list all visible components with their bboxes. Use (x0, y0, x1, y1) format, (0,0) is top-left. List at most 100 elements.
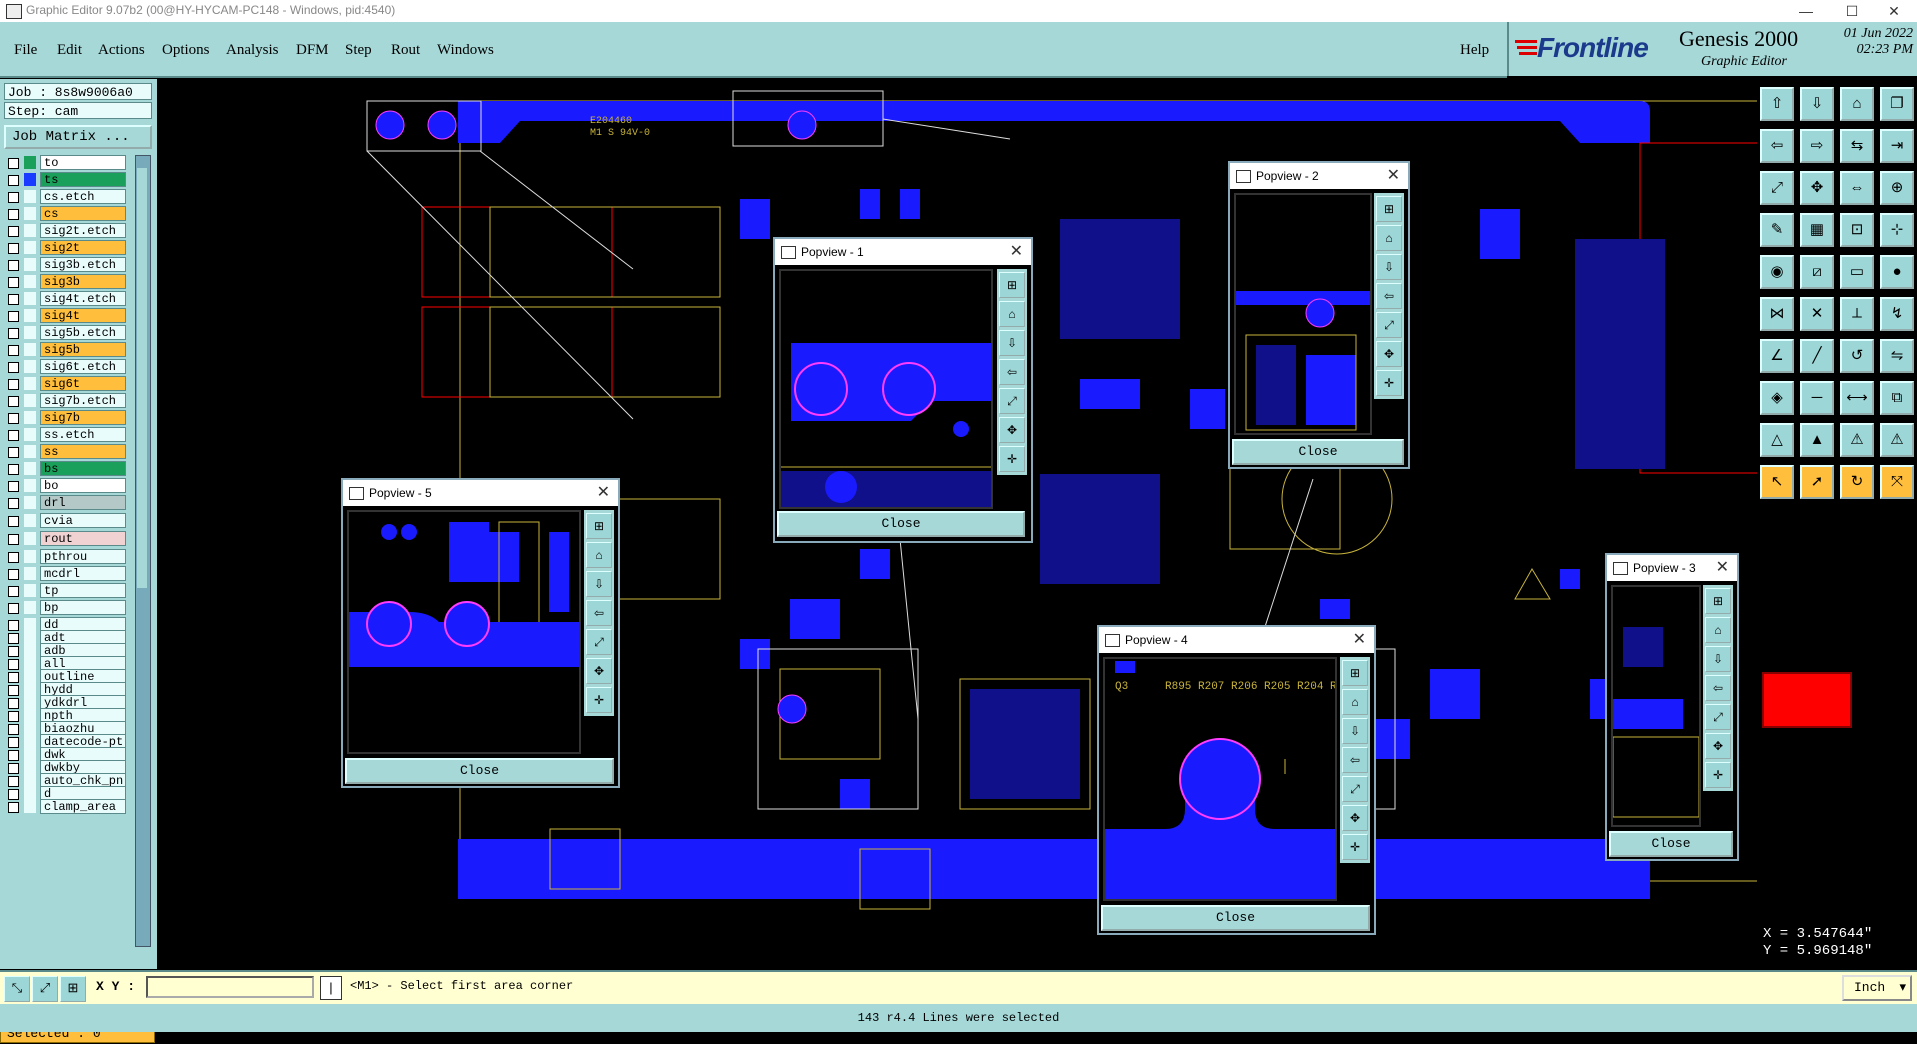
layer-name[interactable]: sig7b (40, 410, 126, 425)
layer-swatch[interactable] (24, 479, 36, 492)
layer-name[interactable]: ss.etch (40, 427, 126, 442)
popview-5-canvas[interactable] (347, 510, 581, 754)
layer-swatch[interactable] (24, 601, 36, 614)
layer-row-ss.etch[interactable]: ss.etch (4, 427, 127, 443)
popview-4-close-icon[interactable]: ✕ (1353, 627, 1366, 653)
popview-zoom-icon[interactable]: ⊞ (1705, 588, 1731, 614)
menu-edit[interactable]: Edit (57, 42, 82, 59)
layer-row-sig5b.etch[interactable]: sig5b.etch (4, 325, 127, 341)
layer-checkbox[interactable] (8, 362, 19, 373)
layer-name[interactable]: sig7b.etch (40, 393, 126, 408)
layer-checkbox[interactable] (8, 534, 19, 545)
swap-icon[interactable]: ⇆ (1840, 129, 1874, 163)
layer-name[interactable]: cs (40, 206, 126, 221)
popview-2-close-icon[interactable]: ✕ (1387, 163, 1400, 189)
close-window-button[interactable]: ✕ (1871, 0, 1917, 22)
popview-home-icon[interactable]: ⌂ (1705, 617, 1731, 643)
layer-checkbox[interactable] (8, 464, 19, 475)
layer-checkbox[interactable] (8, 328, 19, 339)
menu-help[interactable]: Help (1460, 42, 1489, 59)
layer-checkbox[interactable] (8, 447, 19, 458)
popview-down-icon[interactable]: ⇩ (1342, 718, 1368, 744)
layer-name[interactable]: ts (40, 172, 126, 187)
triangle-fill-icon[interactable]: ▲ (1800, 423, 1834, 457)
menu-windows[interactable]: Windows (437, 42, 494, 59)
layer-swatch[interactable] (24, 550, 36, 563)
layer-color-swatch[interactable] (1762, 672, 1852, 728)
layer-row-bo[interactable]: bo (4, 478, 127, 494)
popview-pan-icon[interactable]: ✛ (586, 687, 612, 713)
layer-row-cvia[interactable]: cvia (4, 513, 127, 529)
layer-name[interactable]: bp (40, 600, 126, 615)
layer-row-sig6t.etch[interactable]: sig6t.etch (4, 359, 127, 375)
job-matrix-button[interactable]: Job Matrix ... (4, 125, 152, 149)
layer-swatch[interactable] (24, 394, 36, 407)
layer-name[interactable]: cvia (40, 513, 126, 528)
layer-row-cs[interactable]: cs (4, 206, 127, 222)
popview-fit-icon[interactable]: ⤢ (1705, 704, 1731, 730)
popview-fit-icon[interactable]: ⤢ (1342, 776, 1368, 802)
menu-rout[interactable]: Rout (391, 42, 420, 59)
grid-icon[interactable]: ⊞ (60, 976, 86, 1002)
layer-row-sig6t[interactable]: sig6t (4, 376, 127, 392)
layer-row-drl[interactable]: drl (4, 495, 127, 511)
move-icon[interactable]: ⤧ (1880, 465, 1914, 499)
layer-swatch[interactable] (24, 411, 36, 424)
layer-checkbox[interactable] (8, 175, 19, 186)
layer-checkbox[interactable] (8, 552, 19, 563)
layer-row-sig4t[interactable]: sig4t (4, 308, 127, 324)
layer-swatch[interactable] (24, 190, 36, 203)
measure-icon[interactable]: ⊡ (1840, 213, 1874, 247)
cross-icon[interactable]: ✕ (1800, 297, 1834, 331)
layer-name[interactable]: sig4t.etch (40, 291, 126, 306)
group-icon[interactable]: ⧉ (1880, 381, 1914, 415)
line-icon[interactable]: ╱ (1800, 339, 1834, 373)
ruler-icon[interactable]: ▭ (1840, 255, 1874, 289)
popview-center-icon[interactable]: ✥ (1342, 805, 1368, 831)
layer-swatch[interactable] (24, 514, 36, 527)
minimize-button[interactable]: — (1783, 0, 1829, 22)
marker-icon[interactable]: ◈ (1760, 381, 1794, 415)
layer-swatch[interactable] (24, 309, 36, 322)
layer-row-cs.etch[interactable]: cs.etch (4, 189, 127, 205)
step-icon[interactable]: ⇥ (1880, 129, 1914, 163)
select-tool-icon[interactable]: ⤡ (4, 976, 30, 1002)
layer-row-clamp_area[interactable]: clamp_area (4, 799, 127, 815)
popview-home-icon[interactable]: ⌂ (586, 542, 612, 568)
popview-pan-icon[interactable]: ✛ (1342, 834, 1368, 860)
layer-checkbox[interactable] (8, 209, 19, 220)
maximize-button[interactable]: ☐ (1829, 0, 1875, 22)
popview-center-icon[interactable]: ✥ (999, 417, 1025, 443)
layer-swatch[interactable] (24, 584, 36, 597)
layer-row-tp[interactable]: tp (4, 583, 127, 599)
layer-name[interactable]: clamp_area (40, 799, 126, 814)
popview-center-icon[interactable]: ✥ (1376, 341, 1402, 367)
popview-pan-icon[interactable]: ✛ (1376, 370, 1402, 396)
layer-checkbox[interactable] (8, 192, 19, 203)
popview-3-close-icon[interactable]: ✕ (1716, 555, 1729, 581)
popview-left-icon[interactable]: ⇦ (1705, 675, 1731, 701)
layer-swatch[interactable] (24, 258, 36, 271)
layer-checkbox[interactable] (8, 413, 19, 424)
brush-icon[interactable]: ✎ (1760, 213, 1794, 247)
popview-pan-icon[interactable]: ✛ (1705, 762, 1731, 788)
layer-name[interactable]: sig5b.etch (40, 325, 126, 340)
ratio-icon[interactable]: ⇔ (1840, 171, 1874, 205)
circle-icon[interactable]: ● (1880, 255, 1914, 289)
popview-zoom-icon[interactable]: ⊞ (586, 513, 612, 539)
popview-2-close-button[interactable]: Close (1232, 439, 1404, 465)
popview-4-canvas[interactable]: Q3 R895 R207 R206 R205 R204 R900 (1103, 657, 1337, 901)
popview-zoom-icon[interactable]: ⊞ (999, 272, 1025, 298)
layer-row-sig2t[interactable]: sig2t (4, 240, 127, 256)
layer-name[interactable]: rout (40, 531, 126, 546)
popview-left-icon[interactable]: ⇦ (1342, 747, 1368, 773)
connect-icon[interactable]: ⟂ (1840, 297, 1874, 331)
popview-5-close-icon[interactable]: ✕ (597, 480, 610, 506)
layer-row-sig7b.etch[interactable]: sig7b.etch (4, 393, 127, 409)
dimension-icon[interactable]: ⟷ (1840, 381, 1874, 415)
rotate-icon[interactable]: ↻ (1840, 465, 1874, 499)
layer-checkbox[interactable] (8, 277, 19, 288)
layer-row-ts[interactable]: ts (4, 172, 127, 188)
layer-checkbox[interactable] (8, 379, 19, 390)
menu-actions[interactable]: Actions (98, 42, 145, 59)
